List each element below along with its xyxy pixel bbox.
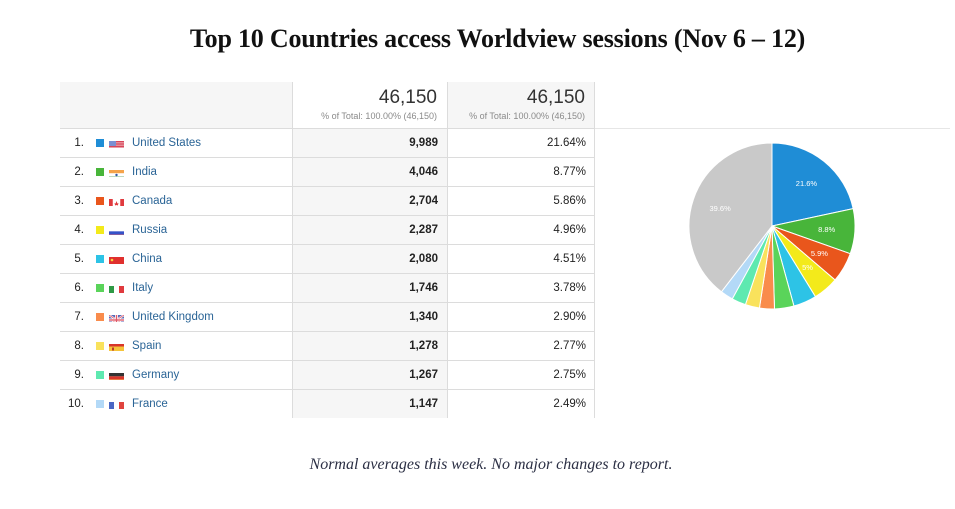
rank-label: 9. xyxy=(74,369,84,381)
percent-value: 2.77% xyxy=(447,332,595,360)
sessions-value: 4,046 xyxy=(292,158,447,186)
report-title: Top 10 Countries access Worldview sessio… xyxy=(189,24,806,53)
percent-value: 2.90% xyxy=(447,303,595,331)
table-row: 6. Italy 1,746 3.78% xyxy=(60,274,595,303)
uk-flag-icon xyxy=(109,312,124,322)
china-flag-icon xyxy=(109,254,124,264)
sessions-pie-chart: 21.6% 8.8% 5.9% 5% 39.6% xyxy=(688,142,856,310)
country-link[interactable]: Canada xyxy=(132,187,172,215)
percent-value: 5.86% xyxy=(447,187,595,215)
country-link[interactable]: China xyxy=(132,245,162,273)
sessions-value: 9,989 xyxy=(292,129,447,157)
rank-label: 6. xyxy=(74,282,84,294)
series-color-swatch xyxy=(96,226,104,234)
dimension-cell: 3. Canada xyxy=(60,187,292,215)
country-link[interactable]: Spain xyxy=(132,332,161,360)
table-row: 5. China 2,080 4.51% xyxy=(60,245,595,274)
percent-value: 3.78% xyxy=(447,274,595,302)
sessions-value: 1,278 xyxy=(292,332,447,360)
table-header: 46,150 % of Total: 100.00% (46,150) 46,1… xyxy=(60,82,595,129)
pie-data-label: 39.6% xyxy=(709,204,731,213)
country-link[interactable]: United States xyxy=(132,129,201,157)
india-flag-icon xyxy=(109,167,124,177)
percent-total-subtext: % of Total: 100.00% (46,150) xyxy=(469,111,585,121)
rank-label: 1. xyxy=(74,137,84,149)
series-color-swatch xyxy=(96,255,104,263)
rank-label: 7. xyxy=(74,311,84,323)
percent-value: 4.51% xyxy=(447,245,595,273)
table-row: 10. France 1,147 2.49% xyxy=(60,390,595,418)
footer-note: Normal averages this week. No major chan… xyxy=(309,456,673,473)
country-link[interactable]: France xyxy=(132,390,168,418)
percent-value: 21.64% xyxy=(447,129,595,157)
rank-label: 10. xyxy=(68,398,84,410)
country-link[interactable]: Russia xyxy=(132,216,167,244)
dimension-cell: 7. United Kingdom xyxy=(60,303,292,331)
germany-flag-icon xyxy=(109,370,124,380)
rank-label: 3. xyxy=(74,195,84,207)
dimension-cell: 6. Italy xyxy=(60,274,292,302)
rank-label: 2. xyxy=(74,166,84,178)
series-color-swatch xyxy=(96,284,104,292)
table-row: 2. India 4,046 8.77% xyxy=(60,158,595,187)
header-dimension-cell xyxy=(60,82,292,128)
country-link[interactable]: United Kingdom xyxy=(132,303,214,331)
sessions-total-subtext: % of Total: 100.00% (46,150) xyxy=(321,111,437,121)
country-link[interactable]: Germany xyxy=(132,361,179,389)
table-row: 9. Germany 1,267 2.75% xyxy=(60,361,595,390)
dimension-cell: 8. Spain xyxy=(60,332,292,360)
series-color-swatch xyxy=(96,400,104,408)
sessions-value: 1,746 xyxy=(292,274,447,302)
percent-total: 46,150 xyxy=(526,87,585,108)
dimension-cell: 1. United States xyxy=(60,129,292,157)
us-flag-icon xyxy=(109,138,124,148)
dimension-cell: 9. Germany xyxy=(60,361,292,389)
pie-data-label: 21.6% xyxy=(796,179,818,188)
france-flag-icon xyxy=(109,399,124,409)
table-row: 4. Russia 2,287 4.96% xyxy=(60,216,595,245)
divider-line xyxy=(595,128,950,129)
spain-flag-icon xyxy=(109,341,124,351)
table-row: 7. United Kingdom 1,340 2.90% xyxy=(60,303,595,332)
country-link[interactable]: India xyxy=(132,158,157,186)
dimension-cell: 2. India xyxy=(60,158,292,186)
rank-label: 8. xyxy=(74,340,84,352)
series-color-swatch xyxy=(96,139,104,147)
table-row: 1. United States 9,989 21.64% xyxy=(60,129,595,158)
dimension-cell: 5. China xyxy=(60,245,292,273)
header-percent-cell: 46,150 % of Total: 100.00% (46,150) xyxy=(447,82,595,128)
pie-data-label: 5.9% xyxy=(811,249,828,258)
dimension-cell: 4. Russia xyxy=(60,216,292,244)
dimension-cell: 10. France xyxy=(60,390,292,418)
sessions-value: 2,704 xyxy=(292,187,447,215)
sessions-value: 2,287 xyxy=(292,216,447,244)
table-row: 8. Spain 1,278 2.77% xyxy=(60,332,595,361)
sessions-total: 46,150 xyxy=(378,87,437,108)
sessions-value: 2,080 xyxy=(292,245,447,273)
russia-flag-icon xyxy=(109,225,124,235)
series-color-swatch xyxy=(96,313,104,321)
pie-data-label: 8.8% xyxy=(818,225,835,234)
rank-label: 5. xyxy=(74,253,84,265)
percent-value: 2.75% xyxy=(447,361,595,389)
sessions-value: 1,340 xyxy=(292,303,447,331)
percent-value: 4.96% xyxy=(447,216,595,244)
countries-table: 46,150 % of Total: 100.00% (46,150) 46,1… xyxy=(60,82,595,418)
table-row: 3. Canada 2,704 5.86% xyxy=(60,187,595,216)
header-sessions-cell: 46,150 % of Total: 100.00% (46,150) xyxy=(292,82,447,128)
series-color-swatch xyxy=(96,197,104,205)
series-color-swatch xyxy=(96,168,104,176)
percent-value: 2.49% xyxy=(447,390,595,418)
rank-label: 4. xyxy=(74,224,84,236)
percent-value: 8.77% xyxy=(447,158,595,186)
country-link[interactable]: Italy xyxy=(132,274,153,302)
pie-data-label: 5% xyxy=(802,263,813,272)
series-color-swatch xyxy=(96,342,104,350)
canada-flag-icon xyxy=(109,196,124,206)
sessions-value: 1,147 xyxy=(292,390,447,418)
series-color-swatch xyxy=(96,371,104,379)
italy-flag-icon xyxy=(109,283,124,293)
sessions-value: 1,267 xyxy=(292,361,447,389)
